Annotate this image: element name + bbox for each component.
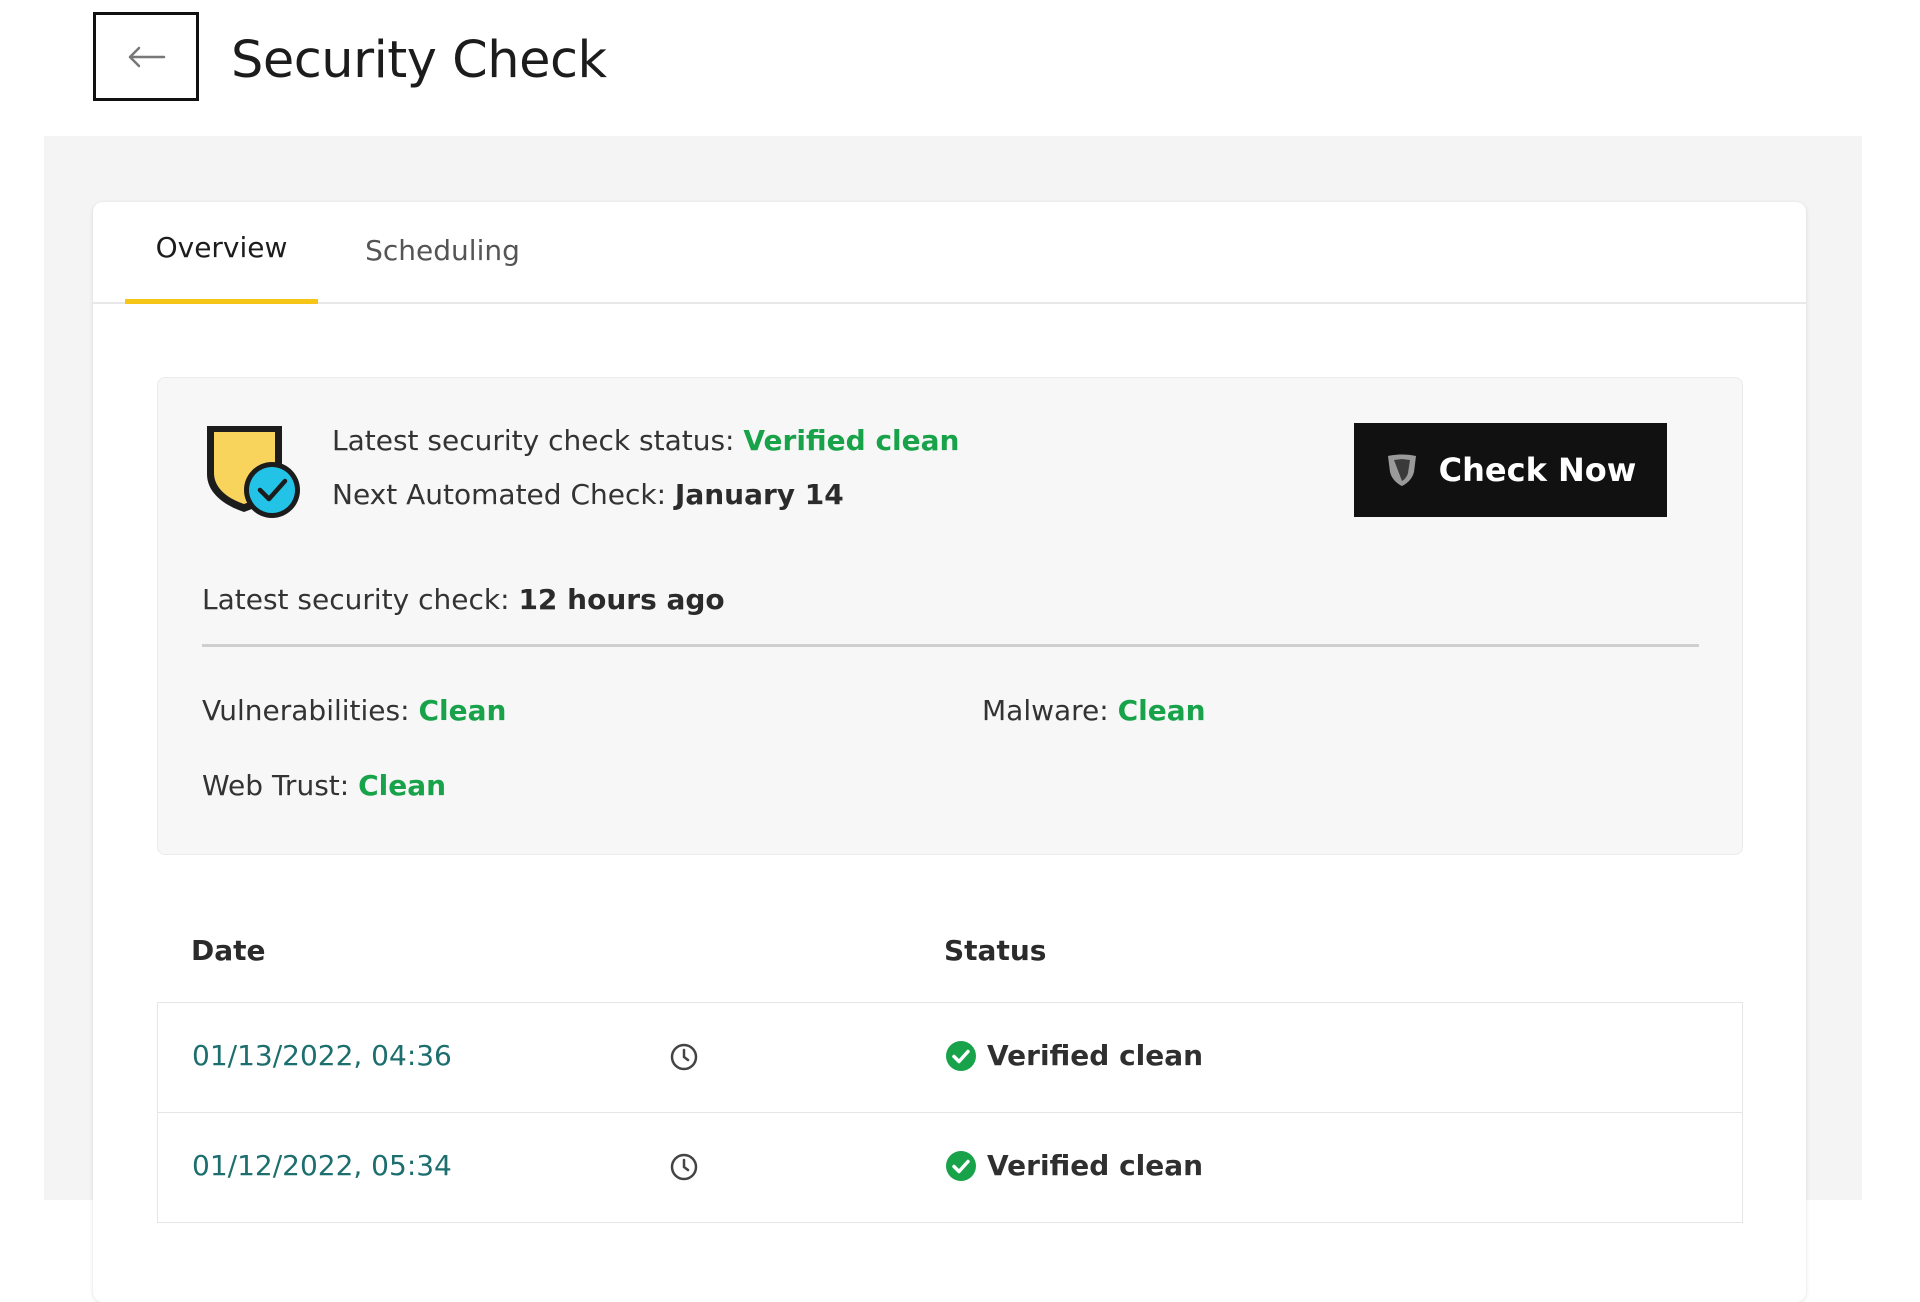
shield-icon bbox=[1387, 454, 1416, 486]
row-status-label: Verified clean bbox=[987, 1149, 1204, 1182]
tab-overview[interactable]: Overview bbox=[125, 202, 318, 304]
history-table: 01/13/2022, 04:36 Verified clean 01/12/2… bbox=[157, 1002, 1743, 1223]
next-check-value: January 14 bbox=[674, 478, 844, 511]
vulnerabilities-result: Vulnerabilities: Clean bbox=[202, 694, 506, 727]
arrow-left-icon bbox=[128, 46, 166, 67]
row-status: Verified clean bbox=[945, 1039, 1203, 1072]
row-date-link[interactable]: 01/13/2022, 04:36 bbox=[192, 1039, 452, 1072]
latest-status-line: Latest security check status: Verified c… bbox=[332, 424, 959, 457]
latest-status-label: Latest security check status: bbox=[332, 424, 744, 457]
tab-scheduling[interactable]: Scheduling bbox=[346, 202, 539, 304]
web-trust-value: Clean bbox=[358, 769, 447, 802]
check-now-label: Check Now bbox=[1438, 451, 1637, 489]
next-check-label: Next Automated Check: bbox=[332, 478, 675, 511]
check-circle-icon bbox=[946, 1150, 976, 1181]
clock-icon bbox=[670, 1153, 698, 1181]
shield-check-icon bbox=[207, 426, 300, 518]
column-header-date: Date bbox=[191, 934, 266, 967]
column-header-status: Status bbox=[944, 934, 1047, 967]
row-status-label: Verified clean bbox=[987, 1039, 1204, 1072]
table-row: 01/13/2022, 04:36 Verified clean bbox=[158, 1003, 1742, 1113]
page-title: Security Check bbox=[231, 31, 607, 90]
malware-result: Malware: Clean bbox=[982, 694, 1206, 727]
latest-check-value: 12 hours ago bbox=[518, 583, 725, 616]
status-panel: Latest security check status: Verified c… bbox=[157, 377, 1743, 855]
vulnerabilities-value: Clean bbox=[418, 694, 507, 727]
clock-icon bbox=[670, 1043, 698, 1071]
malware-value: Clean bbox=[1117, 694, 1206, 727]
latest-check-line: Latest security check: 12 hours ago bbox=[202, 583, 725, 616]
table-row: 01/12/2022, 05:34 Verified clean bbox=[158, 1113, 1742, 1223]
latest-status-value: Verified clean bbox=[743, 424, 960, 457]
divider bbox=[202, 644, 1699, 647]
history-table-header: Date Status bbox=[157, 920, 1743, 990]
next-check-line: Next Automated Check: January 14 bbox=[332, 478, 844, 511]
row-date-link[interactable]: 01/12/2022, 05:34 bbox=[192, 1149, 452, 1182]
content-area: Overview Scheduling Latest security chec… bbox=[44, 136, 1862, 1302]
back-button[interactable] bbox=[93, 12, 199, 101]
web-trust-label: Web Trust: bbox=[202, 769, 359, 802]
tab-bar: Overview Scheduling bbox=[93, 202, 1806, 304]
check-circle-icon bbox=[946, 1040, 976, 1071]
malware-label: Malware: bbox=[982, 694, 1118, 727]
latest-check-label: Latest security check: bbox=[202, 583, 519, 616]
check-now-button[interactable]: Check Now bbox=[1354, 423, 1667, 517]
vulnerabilities-label: Vulnerabilities: bbox=[202, 694, 419, 727]
security-card: Overview Scheduling Latest security chec… bbox=[93, 202, 1806, 1302]
page-header: Security Check bbox=[0, 0, 1920, 136]
row-status: Verified clean bbox=[945, 1149, 1203, 1182]
web-trust-result: Web Trust: Clean bbox=[202, 769, 446, 802]
